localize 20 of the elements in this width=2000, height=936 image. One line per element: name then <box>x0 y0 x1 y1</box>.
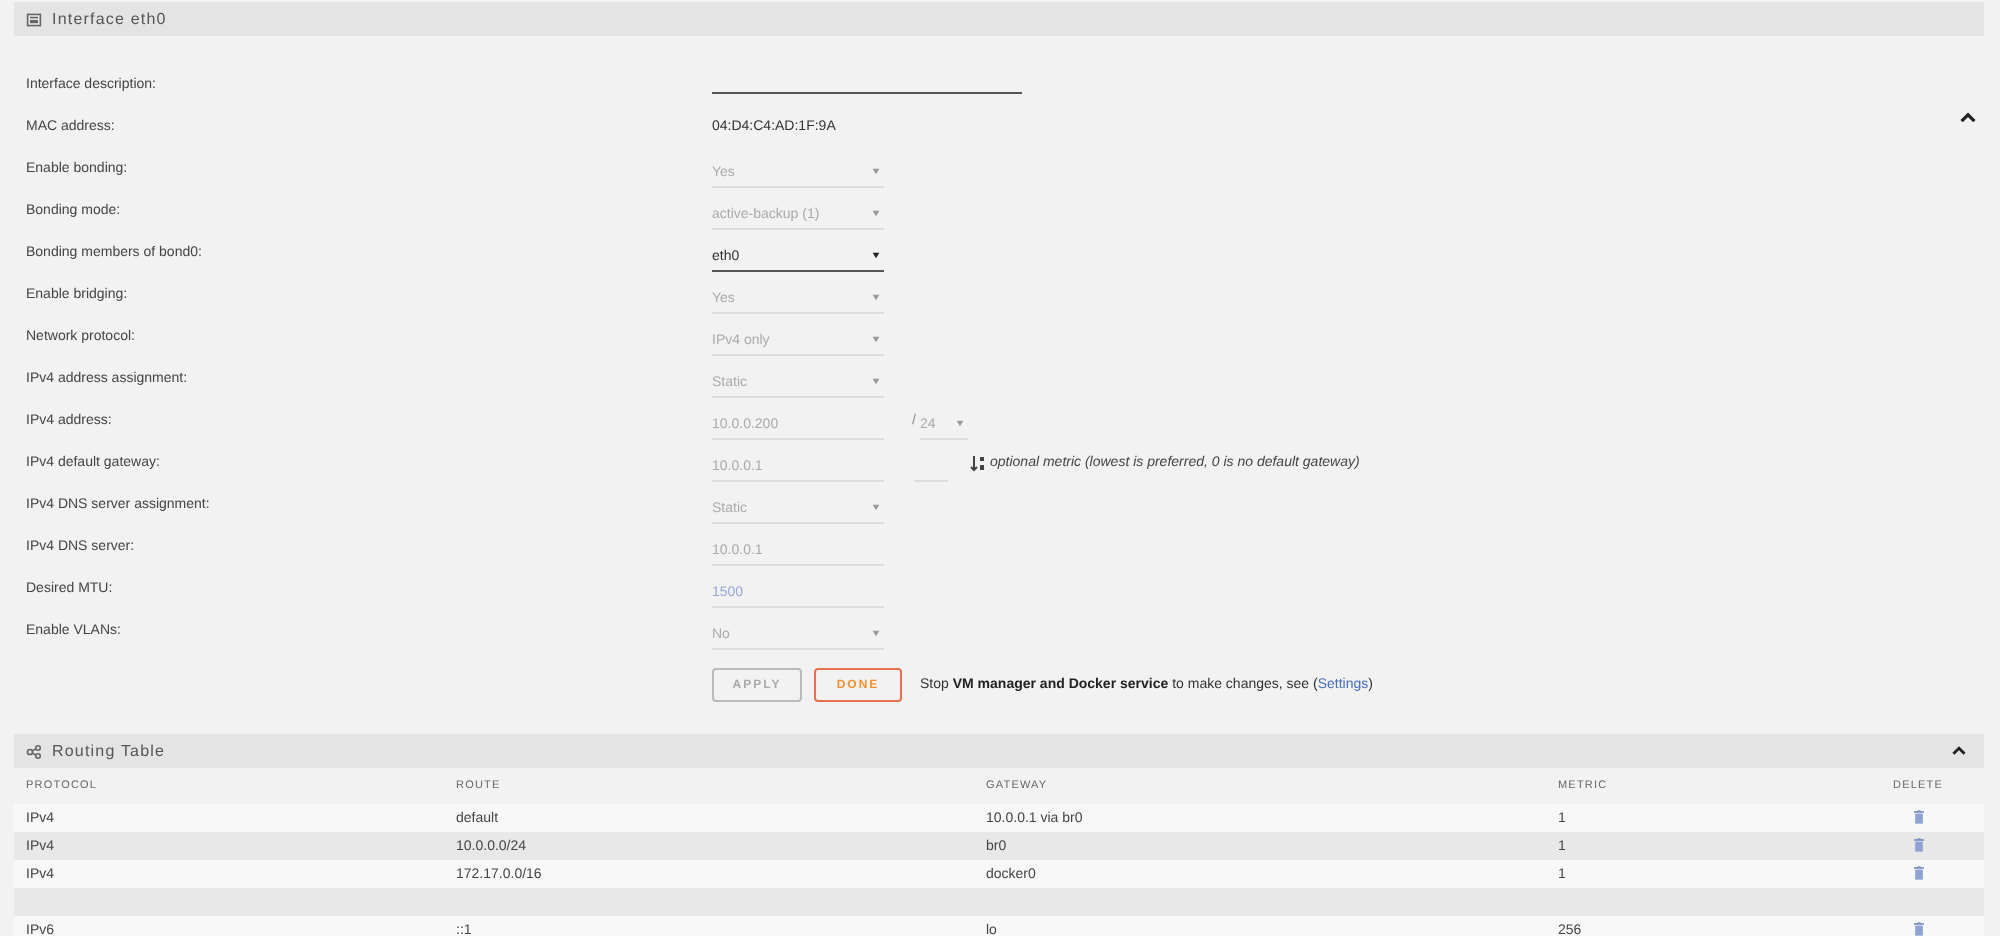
table-title: Routing Table <box>52 742 166 760</box>
dropdown-caret-icon <box>872 378 880 386</box>
dropdown-caret-icon <box>872 252 880 260</box>
delete-icon[interactable] <box>1913 809 1923 823</box>
dropdown-caret-icon <box>872 630 880 638</box>
dropdown-caret-icon <box>955 420 964 428</box>
share-icon <box>26 743 42 759</box>
dropdown-caret-icon <box>872 168 880 176</box>
delete-icon[interactable] <box>1913 921 1923 935</box>
dropdown-caret-icon <box>872 336 880 344</box>
delete-icon[interactable] <box>1913 865 1923 879</box>
panel-icon <box>26 11 42 27</box>
sort-icon <box>970 455 986 471</box>
panel-title: Interface eth0 <box>52 10 167 28</box>
dropdown-caret-icon <box>872 504 880 512</box>
collapse-icon[interactable] <box>1952 746 1966 756</box>
delete-icon[interactable] <box>1913 837 1923 851</box>
dropdown-caret-icon <box>872 294 880 302</box>
collapse-icon[interactable] <box>1960 112 1976 124</box>
dropdown-caret-icon <box>872 210 880 218</box>
